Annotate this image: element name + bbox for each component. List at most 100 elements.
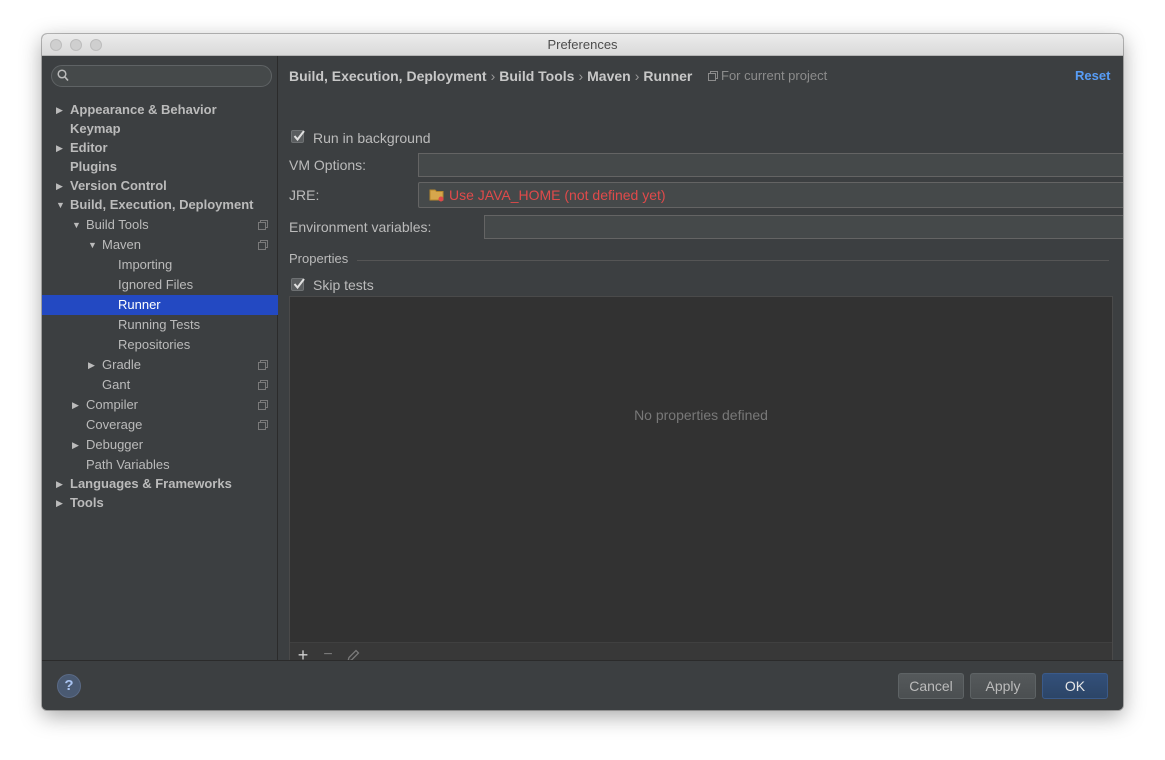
settings-sidebar: ▶ Appearance & Behavior Keymap ▶ Editor Plugi… [42,56,278,660]
sidebar-item-editor[interactable]: ▶ Editor [42,138,278,158]
sidebar-item-repositories[interactable]: Repositories [42,335,278,355]
sidebar-item-label: Tools [70,495,104,510]
scope-indicator: For current project [708,68,827,83]
env-vars-label: Environment variables: [289,219,432,235]
sidebar-item-label: Ignored Files [118,277,194,292]
collapse-arrow-icon[interactable]: ▼ [88,235,97,255]
run-in-background-checkbox[interactable] [291,130,305,143]
section-divider [357,260,1109,261]
sidebar-item-label: Editor [70,140,108,155]
cancel-button[interactable]: Cancel [898,673,964,699]
expand-arrow-icon[interactable]: ▶ [72,395,79,415]
sidebar-item-label: Runner [118,297,161,312]
settings-content: Build, Execution, Deployment › Build Tools… [279,56,1123,669]
sidebar-item-label: Maven [102,237,142,252]
expand-arrow-icon[interactable]: ▶ [56,493,63,513]
window-controls [50,39,102,51]
checkmark-icon [293,130,305,142]
sidebar-item-compiler[interactable]: ▶ Compiler [42,395,278,415]
sidebar-item-runner[interactable]: Runner [42,295,278,315]
sidebar-item-appearance-behavior[interactable]: ▶ Appearance & Behavior [42,100,278,120]
checkmark-icon [293,278,305,290]
apply-button[interactable]: Apply [970,673,1036,699]
sidebar-item-coverage[interactable]: Coverage [42,415,278,435]
breadcrumb-part: Build Tools [499,68,575,84]
sidebar-item-label: Build, Execution, Deployment [70,197,254,212]
sidebar-item-debugger[interactable]: ▶ Debugger [42,435,278,455]
project-scope-icon [258,380,268,390]
minimize-window-button[interactable] [70,39,82,51]
sidebar-item-ignored-files[interactable]: Ignored Files [42,275,278,295]
properties-table[interactable]: No properties defined + − [289,296,1113,669]
breadcrumb-separator: › [634,68,640,84]
settings-search[interactable] [51,65,272,87]
sidebar-item-label: Running Tests [118,317,201,332]
run-in-background-label[interactable]: Run in background [313,130,431,146]
expand-arrow-icon[interactable]: ▶ [56,100,63,120]
jre-select[interactable]: Use JAVA_HOME (not defined yet) [418,182,1123,208]
sidebar-item-importing[interactable]: Importing [42,255,278,275]
sidebar-item-running-tests[interactable]: Running Tests [42,315,278,335]
sidebar-item-label: Path Variables [86,457,170,472]
sidebar-item-gradle[interactable]: ▶ Gradle [42,355,278,375]
breadcrumb-part: Build, Execution, Deployment [289,68,487,84]
project-scope-icon [258,220,268,230]
skip-tests-label[interactable]: Skip tests [313,277,374,293]
vm-options-field[interactable] [418,153,1123,177]
expand-arrow-icon[interactable]: ▶ [88,355,95,375]
expand-arrow-icon[interactable]: ▶ [72,435,79,455]
sidebar-item-label: Version Control [70,178,167,193]
zoom-window-button[interactable] [90,39,102,51]
properties-empty-text: No properties defined [634,407,768,423]
preferences-window: Preferences ▶ Appearance & Behavior Keymap… [42,34,1123,710]
jre-selected-value: Use JAVA_HOME (not defined yet) [449,187,666,203]
jre-label: JRE: [289,187,320,203]
project-scope-icon [258,420,268,430]
sidebar-item-label: Repositories [118,337,191,352]
reset-link[interactable]: Reset [1075,68,1110,83]
properties-section-title: Properties [289,251,349,266]
sidebar-item-label: Languages & Frameworks [70,476,232,491]
sidebar-item-label: Compiler [86,397,139,412]
skip-tests-checkbox[interactable] [291,278,305,291]
expand-arrow-icon[interactable]: ▶ [56,474,63,494]
folder-icon [429,189,444,202]
sidebar-item-maven[interactable]: ▼ Maven [42,235,278,255]
close-window-button[interactable] [50,39,62,51]
sidebar-item-label: Build Tools [86,217,149,232]
breadcrumb-separator: › [578,68,584,84]
sidebar-item-label: Appearance & Behavior [70,102,217,117]
sidebar-item-version-control[interactable]: ▶ Version Control [42,176,278,196]
search-icon [57,69,69,82]
collapse-arrow-icon[interactable]: ▼ [56,195,65,215]
sidebar-item-languages-frameworks[interactable]: ▶ Languages & Frameworks [42,474,278,494]
sidebar-item-label: Debugger [86,437,144,452]
window-title: Preferences [547,37,618,52]
sidebar-item-build-execution-deployment[interactable]: ▼ Build, Execution, Deployment [42,195,278,215]
project-scope-icon [708,71,718,81]
ok-button[interactable]: OK [1042,673,1108,699]
breadcrumb-part: Maven [587,68,631,84]
collapse-arrow-icon[interactable]: ▼ [72,215,81,235]
help-button[interactable]: ? [57,674,81,698]
sidebar-item-label: Gant [102,377,131,392]
sidebar-item-label: Plugins [70,159,117,174]
expand-arrow-icon[interactable]: ▶ [56,176,63,196]
sidebar-item-label: Importing [118,257,173,272]
project-scope-icon [258,240,268,250]
sidebar-item-build-tools[interactable]: ▼ Build Tools [42,215,278,235]
sidebar-item-tools[interactable]: ▶ Tools [42,493,278,513]
sidebar-item-plugins[interactable]: Plugins [42,157,278,177]
vm-options-input[interactable] [419,154,1123,176]
env-vars-field[interactable] [484,215,1123,239]
sidebar-item-keymap[interactable]: Keymap [42,119,278,139]
sidebar-item-gant[interactable]: Gant [42,375,278,395]
sidebar-item-path-variables[interactable]: Path Variables [42,455,278,475]
expand-arrow-icon[interactable]: ▶ [56,138,63,158]
search-input[interactable] [74,68,264,84]
project-scope-icon [258,400,268,410]
breadcrumb-separator: › [490,68,496,84]
vm-options-label: VM Options: [289,157,367,173]
env-vars-input[interactable] [485,216,1123,238]
breadcrumb: Build, Execution, Deployment › Build Tools… [289,68,692,84]
